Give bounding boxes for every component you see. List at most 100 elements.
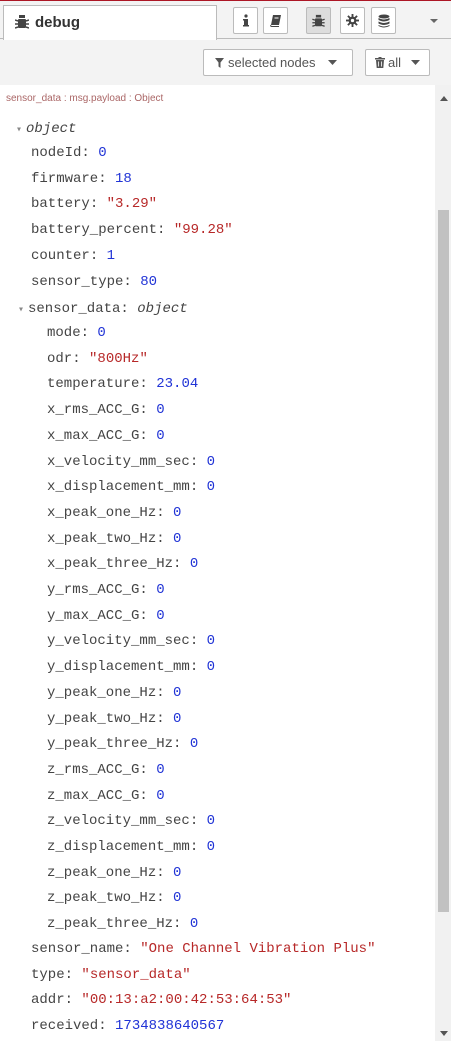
- property-value[interactable]: 0: [173, 685, 181, 701]
- property-separator: :: [139, 607, 157, 624]
- property-value[interactable]: "99.28": [174, 222, 233, 238]
- property-value[interactable]: 0: [173, 505, 181, 521]
- property-row[interactable]: y_displacement_mm: 0: [47, 656, 215, 678]
- info-button[interactable]: [233, 7, 258, 34]
- property-key: x_peak_one_Hz: [47, 504, 157, 521]
- property-row[interactable]: sensor_name: "One Channel Vibration Plus…: [31, 938, 375, 960]
- property-value[interactable]: 0: [173, 890, 181, 906]
- property-value[interactable]: 23.04: [156, 376, 198, 392]
- property-row[interactable]: firmware: 18: [31, 168, 132, 190]
- property-row[interactable]: x_max_ACC_G: 0: [47, 425, 165, 447]
- property-value[interactable]: 0: [156, 788, 164, 804]
- property-value[interactable]: 80: [140, 274, 157, 290]
- property-value[interactable]: "3.29": [107, 196, 157, 212]
- help-button[interactable]: [263, 7, 288, 34]
- property-row[interactable]: type: "sensor_data": [31, 964, 191, 986]
- property-row[interactable]: y_max_ACC_G: 0: [47, 605, 165, 627]
- debug-button[interactable]: [306, 7, 331, 34]
- property-row[interactable]: y_rms_ACC_G: 0: [47, 579, 165, 601]
- property-value[interactable]: 0: [156, 762, 164, 778]
- property-key: y_velocity_mm_sec: [47, 633, 190, 650]
- property-row[interactable]: z_max_ACC_G: 0: [47, 785, 165, 807]
- property-row[interactable]: y_peak_two_Hz: 0: [47, 708, 181, 730]
- property-key: z_peak_one_Hz: [47, 864, 157, 881]
- property-separator: :: [173, 736, 190, 753]
- property-value[interactable]: 1734838640567: [115, 1018, 224, 1034]
- caret-down-icon[interactable]: [428, 15, 440, 27]
- property-key: y_peak_three_Hz: [47, 736, 174, 753]
- property-separator: :: [139, 787, 157, 804]
- clear-messages-button[interactable]: all: [365, 49, 430, 76]
- property-row[interactable]: x_peak_one_Hz: 0: [47, 502, 181, 524]
- property-row[interactable]: y_velocity_mm_sec: 0: [47, 630, 215, 652]
- property-row[interactable]: sensor_type: 80: [31, 271, 157, 293]
- property-value[interactable]: 0: [190, 556, 198, 572]
- property-row[interactable]: z_peak_three_Hz: 0: [47, 913, 198, 935]
- scroll-up-arrow-icon[interactable]: [440, 96, 448, 101]
- property-value[interactable]: 0: [207, 454, 215, 470]
- property-value[interactable]: 0: [190, 736, 198, 752]
- property-row[interactable]: y_peak_three_Hz: 0: [47, 733, 198, 755]
- property-value[interactable]: 0: [156, 582, 164, 598]
- property-value[interactable]: "One Channel Vibration Plus": [140, 941, 375, 957]
- property-row[interactable]: z_rms_ACC_G: 0: [47, 759, 165, 781]
- property-value[interactable]: 0: [207, 633, 215, 649]
- property-separator: :: [156, 890, 174, 907]
- property-key: z_velocity_mm_sec: [47, 813, 190, 830]
- property-row[interactable]: z_displacement_mm: 0: [47, 836, 215, 858]
- property-value[interactable]: 0: [156, 402, 164, 418]
- root-object-toggle[interactable]: ▾ object: [16, 118, 76, 140]
- property-row[interactable]: x_displacement_mm: 0: [47, 476, 215, 498]
- property-value[interactable]: 0: [156, 608, 164, 624]
- property-value[interactable]: "00:13:a2:00:42:53:64:53": [81, 992, 291, 1008]
- property-value[interactable]: "800Hz": [89, 351, 148, 367]
- property-value[interactable]: 0: [173, 531, 181, 547]
- property-row[interactable]: x_peak_two_Hz: 0: [47, 528, 181, 550]
- property-separator: :: [139, 761, 157, 778]
- property-key: y_max_ACC_G: [47, 607, 140, 624]
- property-row[interactable]: temperature: 23.04: [47, 373, 198, 395]
- message-meta[interactable]: sensor_data : msg.payload : Object: [6, 93, 163, 104]
- property-row[interactable]: z_peak_one_Hz: 0: [47, 862, 181, 884]
- property-row[interactable]: x_rms_ACC_G: 0: [47, 399, 165, 421]
- property-key: battery: [31, 196, 90, 213]
- config-button[interactable]: [340, 7, 365, 34]
- property-value[interactable]: 0: [156, 428, 164, 444]
- filter-nodes-label: selected nodes: [228, 55, 316, 70]
- property-row[interactable]: received: 1734838640567: [31, 1015, 224, 1037]
- property-row[interactable]: x_velocity_mm_sec: 0: [47, 451, 215, 473]
- context-button[interactable]: [371, 7, 396, 34]
- sensor-data-toggle[interactable]: ▾ sensor_data: object: [18, 298, 188, 320]
- property-value[interactable]: 0: [207, 813, 215, 829]
- property-value[interactable]: 0: [190, 916, 198, 932]
- property-row[interactable]: x_peak_three_Hz: 0: [47, 553, 198, 575]
- property-key: x_displacement_mm: [47, 479, 190, 496]
- property-row[interactable]: counter: 1: [31, 245, 115, 267]
- property-value[interactable]: "sensor_data": [81, 967, 190, 983]
- expanded-caret-icon: ▾: [18, 305, 25, 316]
- property-row[interactable]: y_peak_one_Hz: 0: [47, 682, 181, 704]
- property-value[interactable]: 0: [98, 145, 106, 161]
- property-key: x_max_ACC_G: [47, 427, 140, 444]
- property-row[interactable]: battery: "3.29": [31, 193, 157, 215]
- property-value[interactable]: 0: [97, 325, 105, 341]
- property-row[interactable]: addr: "00:13:a2:00:42:53:64:53": [31, 989, 291, 1011]
- scrollbar-thumb[interactable]: [438, 210, 449, 912]
- tab-debug[interactable]: debug: [3, 5, 217, 40]
- property-value[interactable]: 0: [173, 865, 181, 881]
- property-row[interactable]: nodeId: 0: [31, 142, 107, 164]
- property-value[interactable]: 1: [107, 248, 115, 264]
- property-row[interactable]: battery_percent: "99.28": [31, 219, 233, 241]
- property-row[interactable]: odr: "800Hz": [47, 348, 148, 370]
- property-row[interactable]: z_velocity_mm_sec: 0: [47, 810, 215, 832]
- scroll-down-arrow-icon[interactable]: [440, 1031, 448, 1036]
- property-row[interactable]: mode: 0: [47, 322, 106, 344]
- property-value[interactable]: 0: [173, 711, 181, 727]
- property-separator: :: [139, 427, 157, 444]
- property-value[interactable]: 18: [115, 171, 132, 187]
- property-value[interactable]: 0: [207, 659, 215, 675]
- filter-nodes-button[interactable]: selected nodes: [203, 49, 353, 76]
- property-value[interactable]: 0: [207, 839, 215, 855]
- property-row[interactable]: z_peak_two_Hz: 0: [47, 887, 181, 909]
- property-value[interactable]: 0: [207, 479, 215, 495]
